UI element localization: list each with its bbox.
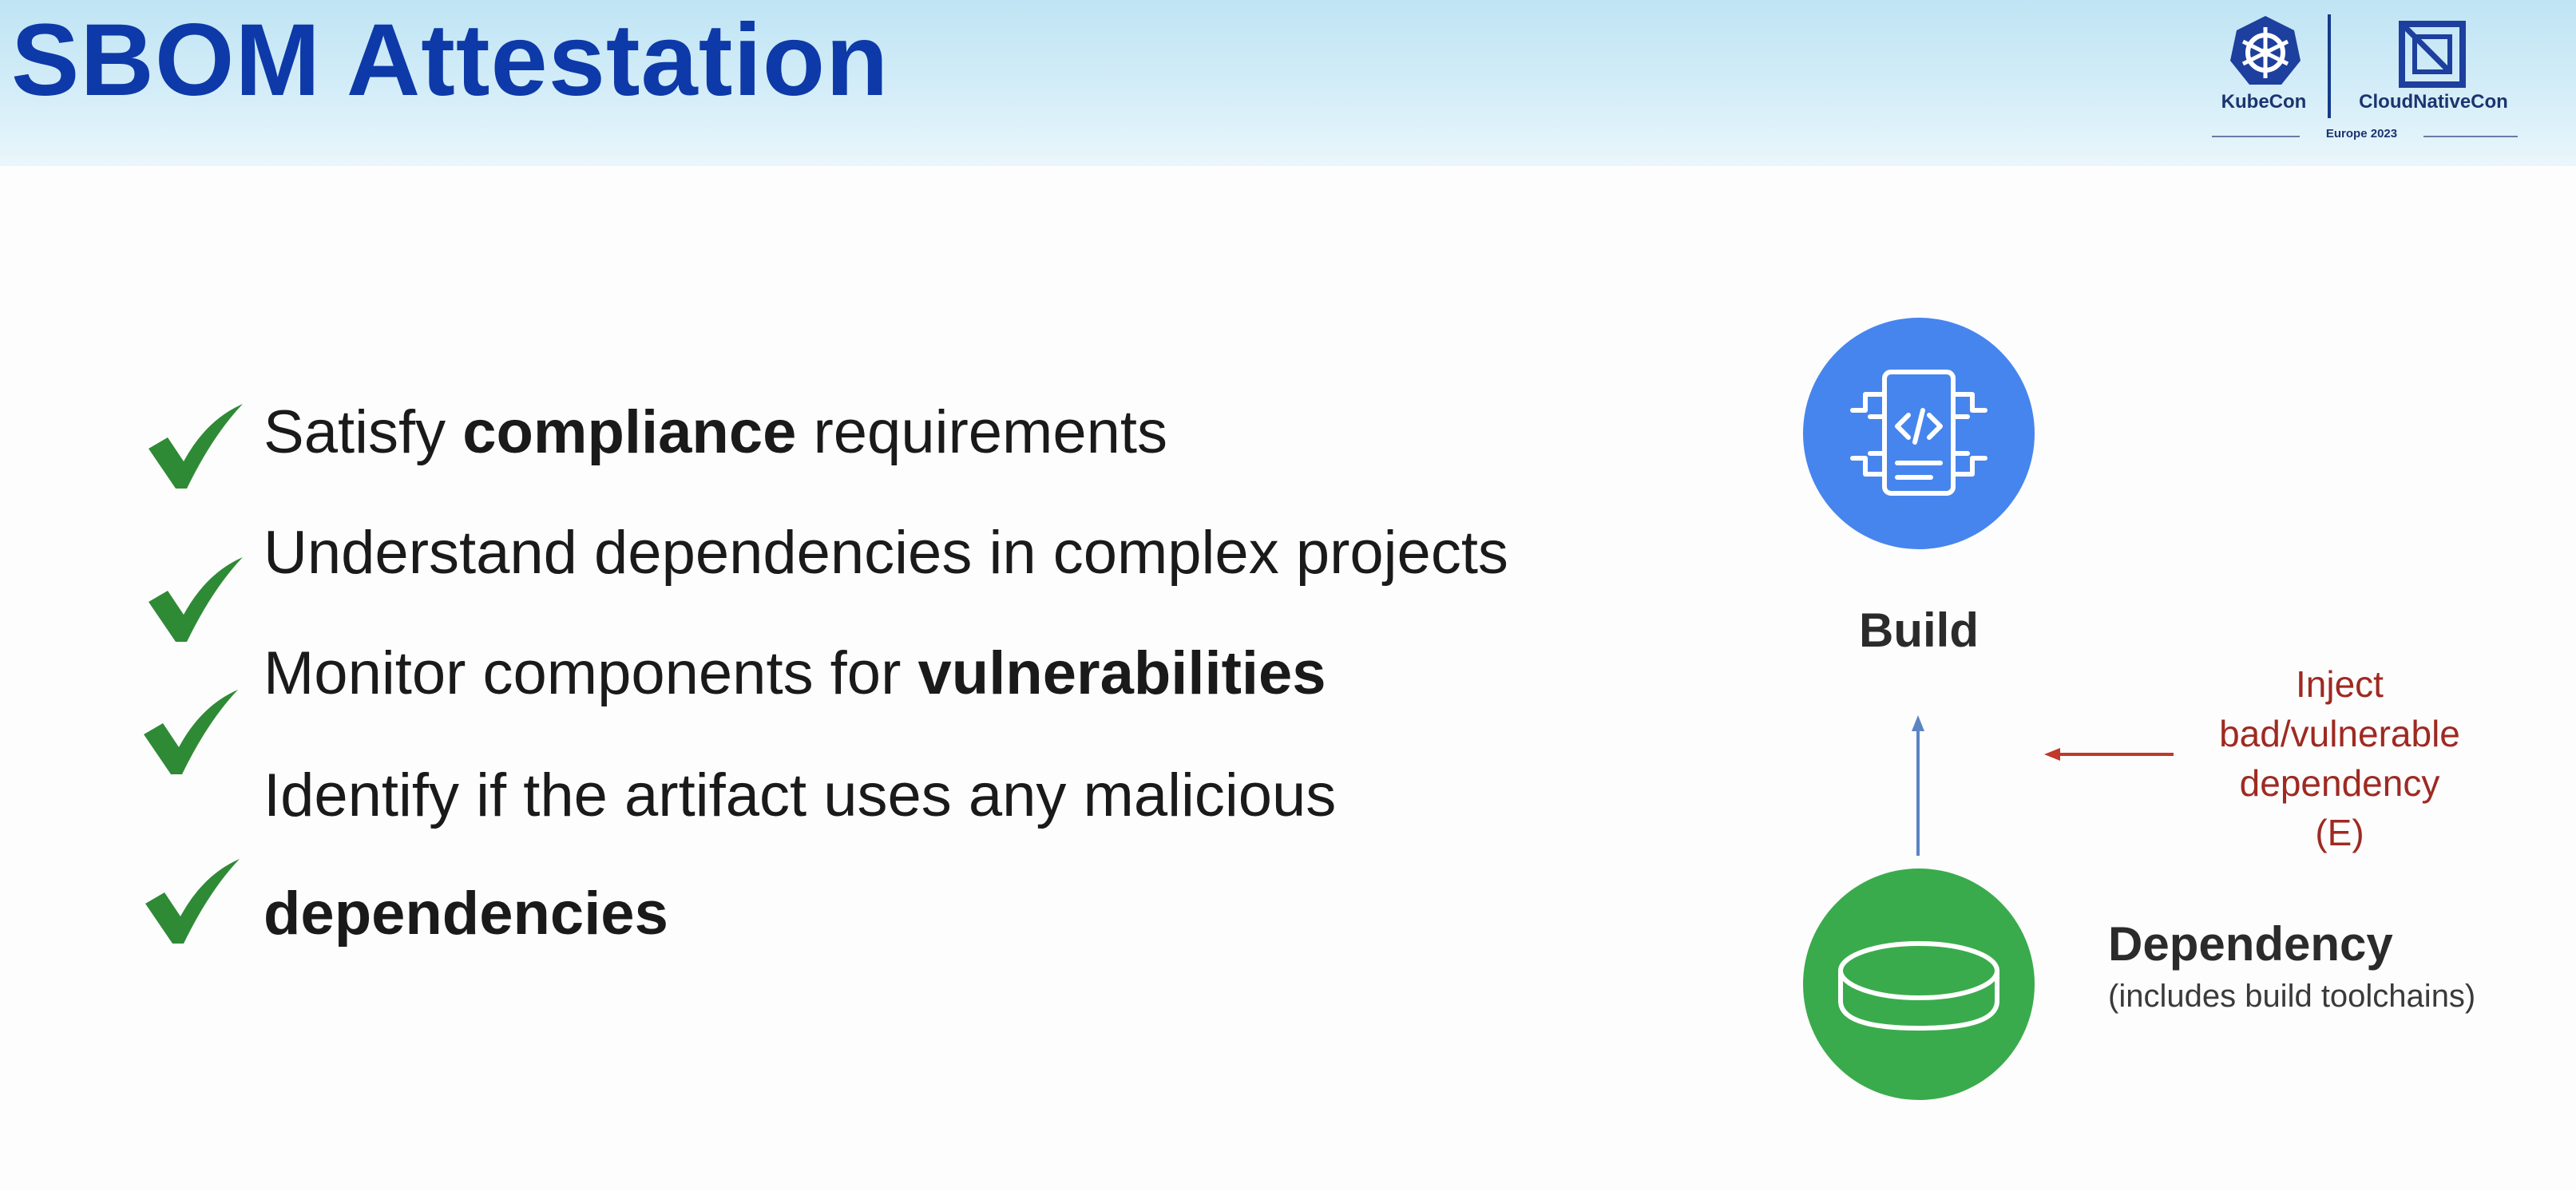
diagram-arrows: [1912, 715, 2174, 856]
dependency-to-build-arrow: [1912, 715, 1924, 856]
inject-arrow: [2044, 748, 2174, 761]
